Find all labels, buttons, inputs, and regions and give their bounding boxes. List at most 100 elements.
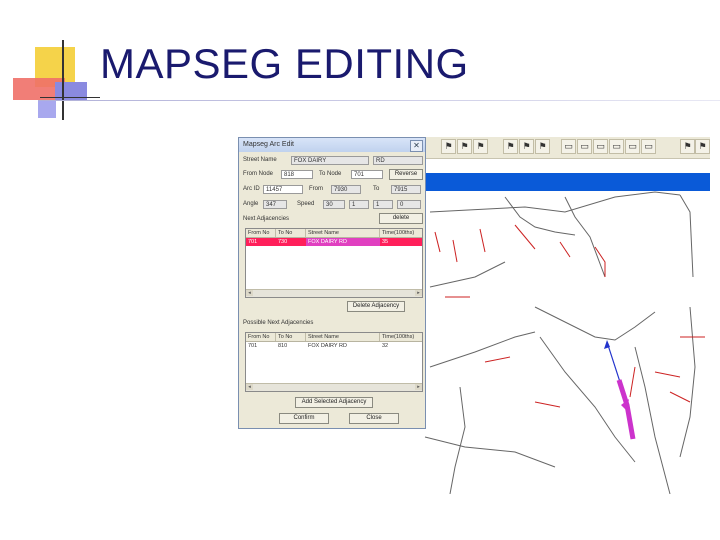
- deco-horizontal-line: [40, 97, 100, 98]
- map-tool-icon[interactable]: ⚑: [680, 139, 695, 154]
- scroll-right-icon[interactable]: ▸: [415, 290, 422, 296]
- add-selected-adjacency-button[interactable]: Add Selected Adjacency: [295, 397, 373, 408]
- road-red: [434, 231, 441, 253]
- column-header[interactable]: To No: [276, 333, 306, 341]
- arc-id-field[interactable]: 11457: [263, 185, 303, 194]
- window-title-bar: [426, 173, 710, 191]
- map-tool-icon[interactable]: ⚑: [503, 139, 518, 154]
- speed-extra-field[interactable]: 1: [373, 200, 393, 209]
- column-header[interactable]: Time(100ths): [380, 229, 422, 237]
- map-toolbar: ⚑ ⚑ ⚑ ⚑ ⚑ ⚑ ▭ ▭ ▭ ▭ ▭ ▭ ⚑ ⚑: [426, 137, 710, 159]
- table-header: From No To No Street Name Time(100ths): [246, 333, 422, 342]
- horizontal-scrollbar[interactable]: ◂ ▸: [246, 383, 422, 391]
- mapseg-arc-edit-dialog: Mapseg Arc Edit ✕ Street Name FOX DAIRY …: [238, 137, 426, 429]
- cell-from: 701: [248, 343, 258, 349]
- speed-field[interactable]: 30: [323, 200, 345, 209]
- close-button[interactable]: Close: [349, 413, 399, 424]
- cell-street: FOX DAIRY RD: [308, 343, 347, 349]
- dialog-title: Mapseg Arc Edit: [239, 138, 425, 152]
- road: [429, 191, 681, 213]
- speed-label: Speed: [297, 201, 315, 207]
- map-tool-icon[interactable]: ⚑: [457, 139, 472, 154]
- next-adjacencies-label: Next Adjacencies: [243, 216, 290, 222]
- close-icon[interactable]: ✕: [410, 140, 423, 152]
- road-red: [452, 239, 458, 263]
- deco-blue-square-small: [38, 100, 56, 118]
- angle-field[interactable]: 347: [263, 200, 287, 209]
- from-label: From: [309, 186, 323, 192]
- delete-adjacency-button[interactable]: Delete Adjacency: [347, 301, 405, 312]
- map-tool-icon[interactable]: ⚑: [441, 139, 456, 154]
- adjacency-table[interactable]: From No To No Street Name Time(100ths) 7…: [245, 228, 423, 298]
- column-header[interactable]: Street Name: [306, 333, 380, 341]
- to-field[interactable]: 7915: [391, 185, 421, 194]
- scroll-left-icon[interactable]: ◂: [246, 384, 253, 390]
- segment-blue: [606, 341, 621, 383]
- table-row[interactable]: 701 730 FOX DAIRY RD 35: [246, 238, 422, 246]
- map-tool-icon[interactable]: ▭: [577, 139, 592, 154]
- road: [564, 196, 606, 278]
- cell-from: 701: [248, 239, 258, 245]
- cell-street: FOX DAIRY RD: [306, 238, 380, 246]
- table-row[interactable]: 701 810 FOX DAIRY RD 32: [246, 342, 422, 350]
- cell-to: 730: [278, 239, 288, 245]
- from-field[interactable]: 7930: [331, 185, 361, 194]
- possible-adjacency-table[interactable]: From No To No Street Name Time(100ths) 7…: [245, 332, 423, 392]
- from-node-label: From Node: [243, 171, 274, 177]
- from-node-field[interactable]: 818: [281, 170, 313, 179]
- column-header[interactable]: From No: [246, 229, 276, 237]
- map-tool-icon[interactable]: ⚑: [695, 139, 710, 154]
- deco-vertical-line: [62, 40, 64, 120]
- scroll-right-icon[interactable]: ▸: [415, 384, 422, 390]
- road: [504, 196, 576, 236]
- map-tool-icon[interactable]: ▭: [593, 139, 608, 154]
- title-underline: [38, 100, 720, 101]
- road: [634, 346, 671, 494]
- cell-time: 32: [382, 343, 389, 349]
- cell-to: 810: [278, 343, 288, 349]
- road-red: [484, 356, 511, 363]
- road: [534, 306, 656, 341]
- map-tool-icon[interactable]: ▭: [625, 139, 640, 154]
- app-screenshot: ⚑ ⚑ ⚑ ⚑ ⚑ ⚑ ▭ ▭ ▭ ▭ ▭ ▭ ⚑ ⚑ Mapseg Arc E…: [235, 137, 710, 494]
- road-red: [654, 371, 681, 378]
- slide-title: MAPSEG EDITING: [100, 40, 469, 87]
- confirm-button[interactable]: Confirm: [279, 413, 329, 424]
- scroll-left-icon[interactable]: ◂: [246, 290, 253, 296]
- street-name-field[interactable]: FOX DAIRY: [291, 156, 369, 165]
- column-header[interactable]: Time(100ths): [380, 333, 422, 341]
- road: [679, 194, 694, 278]
- map-tool-icon[interactable]: ▭: [609, 139, 624, 154]
- column-header[interactable]: To No: [276, 229, 306, 237]
- road: [424, 436, 556, 468]
- road: [429, 331, 536, 368]
- road: [429, 261, 506, 288]
- table-header: From No To No Street Name Time(100ths): [246, 229, 422, 238]
- column-header[interactable]: From No: [246, 333, 276, 341]
- horizontal-scrollbar[interactable]: ◂ ▸: [246, 289, 422, 297]
- to-node-label: To Node: [319, 171, 342, 177]
- map-tool-icon[interactable]: ⚑: [473, 139, 488, 154]
- map-tool-icon[interactable]: ▭: [641, 139, 656, 154]
- street-name-label: Street Name: [243, 157, 277, 163]
- delete-button[interactable]: delete: [379, 213, 423, 224]
- road: [449, 386, 466, 494]
- road-red: [534, 401, 561, 408]
- road-red: [514, 224, 536, 250]
- street-suffix-field[interactable]: RD: [373, 156, 423, 165]
- map-tool-icon[interactable]: ⚑: [519, 139, 534, 154]
- angle-label: Angle: [243, 201, 259, 207]
- cell-time: 35: [382, 239, 389, 245]
- road-red: [559, 241, 571, 258]
- reverse-button[interactable]: Reverse: [389, 169, 423, 180]
- speed-extra-field[interactable]: 0: [397, 200, 421, 209]
- speed-extra-field[interactable]: 1: [349, 200, 369, 209]
- road-red: [629, 366, 636, 398]
- to-node-field[interactable]: 701: [351, 170, 383, 179]
- map-tool-icon[interactable]: ▭: [561, 139, 576, 154]
- map-tool-icon[interactable]: ⚑: [535, 139, 550, 154]
- road: [679, 306, 696, 458]
- to-label: To: [373, 186, 380, 192]
- possible-next-label: Possible Next Adjacencies: [243, 320, 314, 326]
- column-header[interactable]: Street Name: [306, 229, 380, 237]
